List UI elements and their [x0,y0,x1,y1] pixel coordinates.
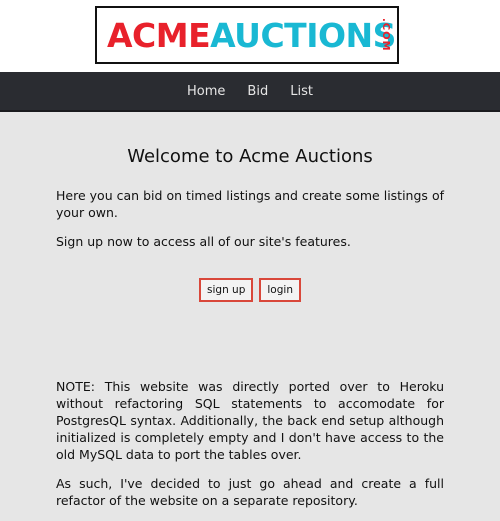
site-logo[interactable]: ACMEAUCTIONS .COM [95,6,399,64]
notice-paragraph-2: As such, I've decided to just go ahead a… [56,476,444,508]
welcome-section: Welcome to Acme Auctions Here you can bi… [56,112,444,302]
signup-prompt-text: Sign up now to access all of our site's … [56,234,351,249]
nav-home-link[interactable]: Home [176,84,236,99]
page-title: Welcome to Acme Auctions [127,146,373,167]
site-header: ACMEAUCTIONS .COM [0,0,500,72]
sign-up-button[interactable]: sign up [199,278,254,302]
logo-auctions-text: AUCTIONS [210,15,396,55]
notice-paragraph-1: NOTE: This website was directly ported o… [56,379,444,462]
logo-wordmark: ACMEAUCTIONS [107,19,396,52]
logo-com-suffix: .COM [380,18,391,52]
intro-text: Here you can bid on timed listings and c… [56,188,444,220]
auth-buttons: sign up login [56,278,444,302]
nav-bid-link[interactable]: Bid [236,84,279,99]
nav-list-link[interactable]: List [279,84,324,99]
main-navigation: Home Bid List [0,72,500,112]
login-button[interactable]: login [259,278,301,302]
logo-acme-text: ACME [107,15,211,55]
